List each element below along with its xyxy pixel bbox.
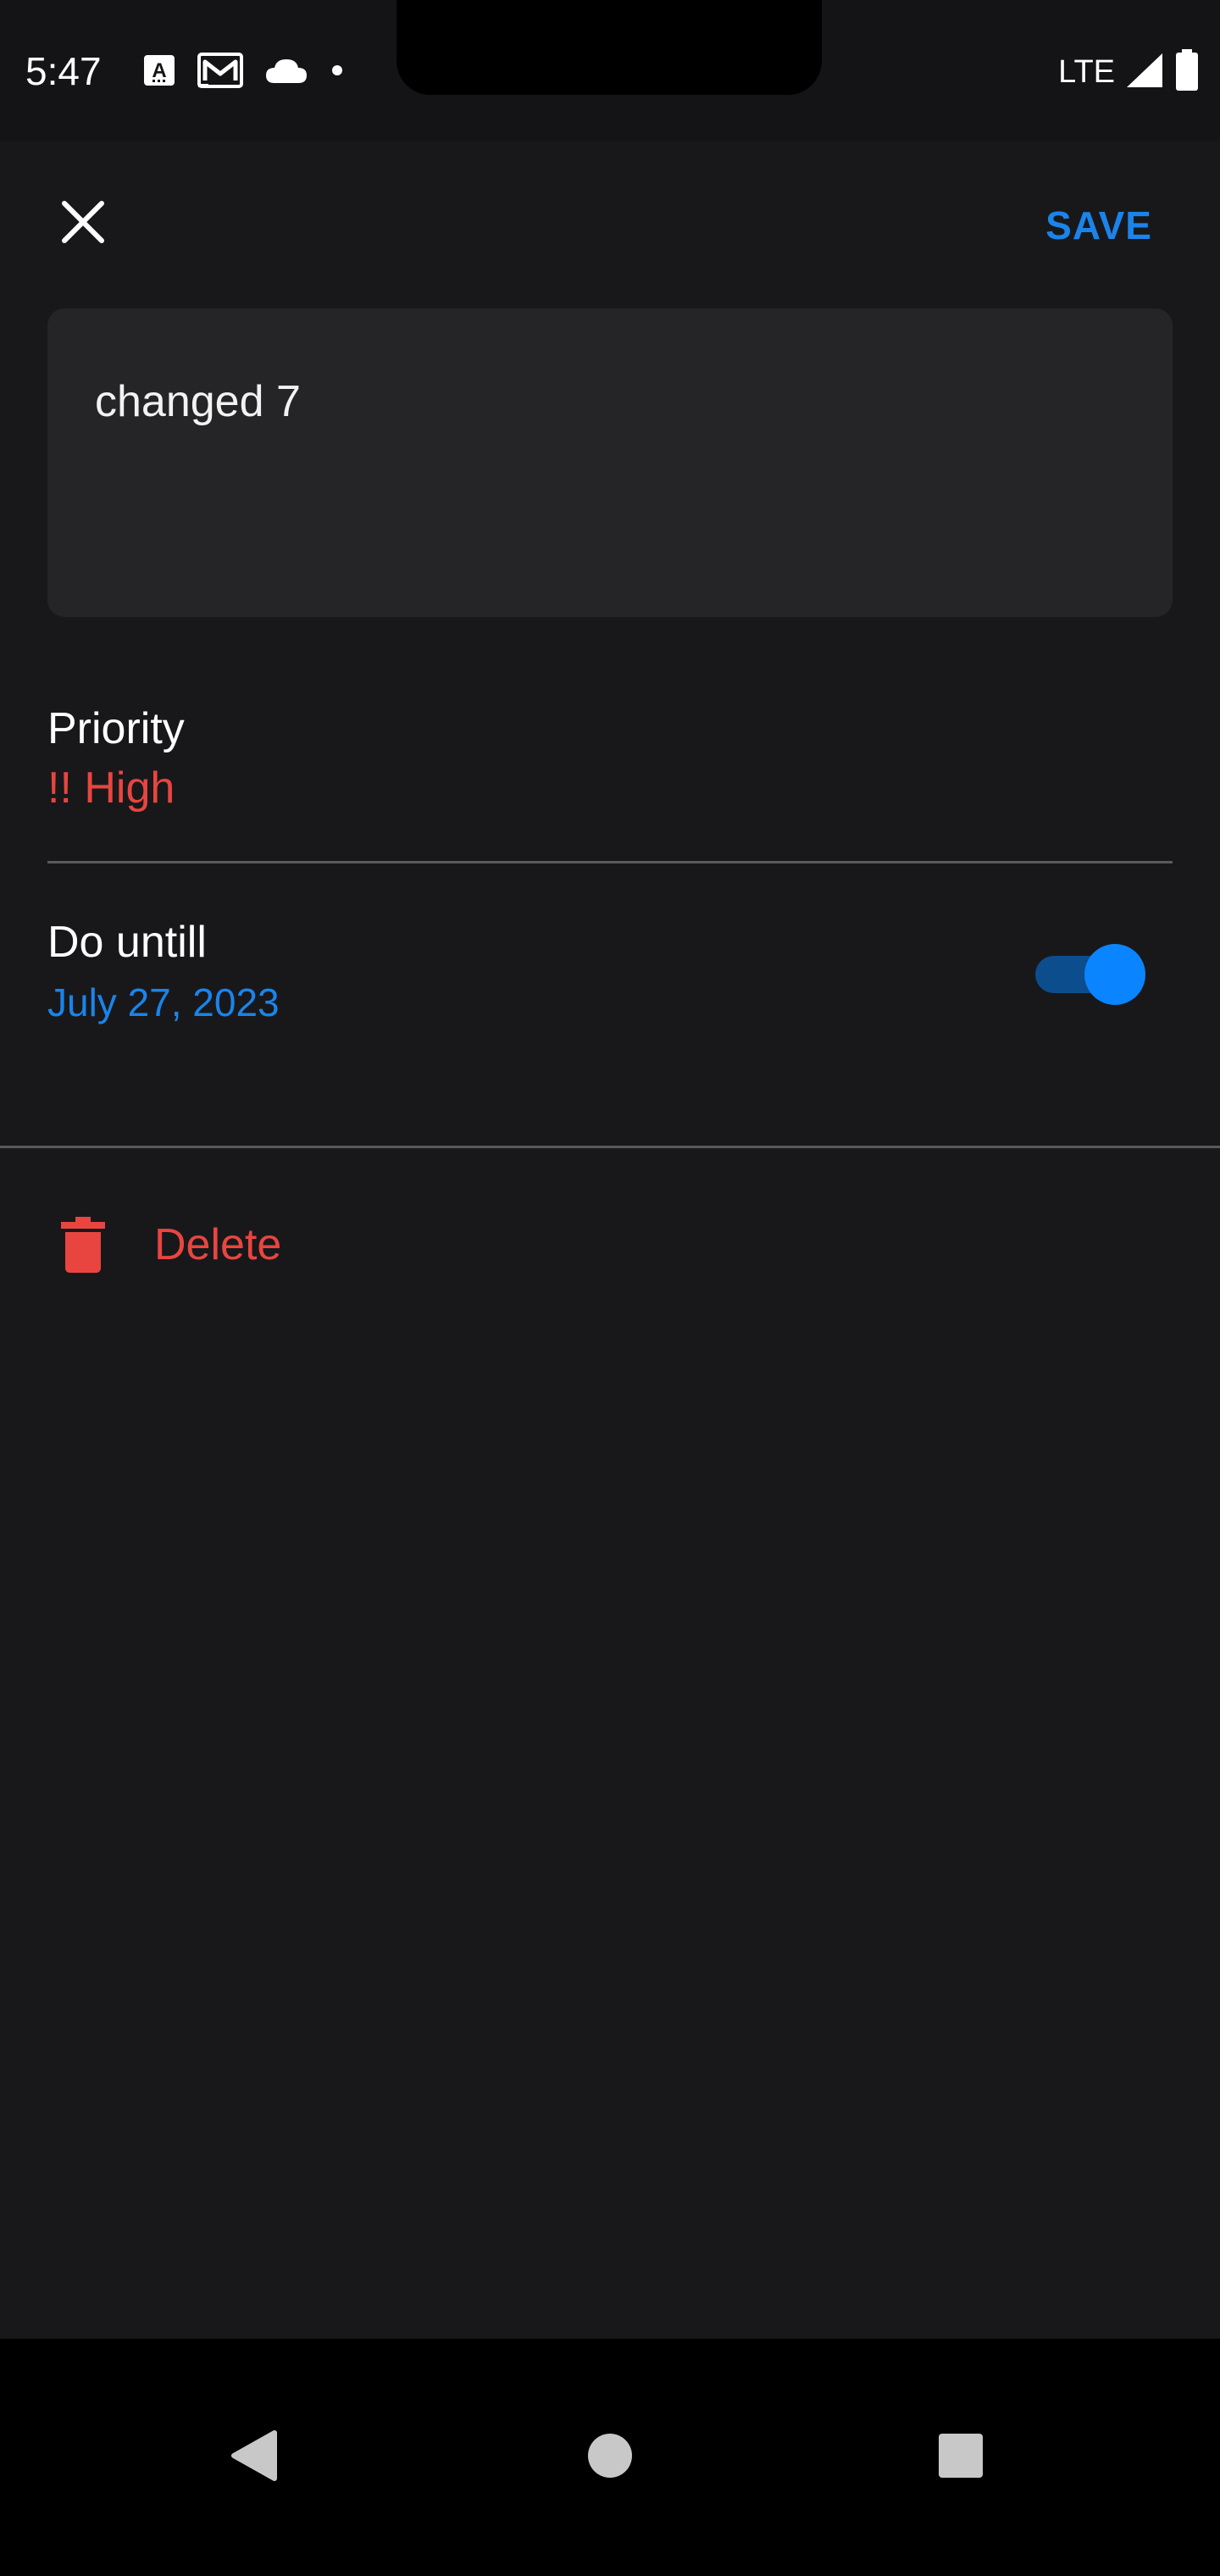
close-icon [59,198,107,250]
recents-icon [937,2432,984,2484]
battery-icon [1174,48,1200,96]
home-button[interactable] [559,2407,661,2508]
priority-label: Priority [47,704,185,753]
section-divider [0,1146,1220,1148]
delete-label: Delete [154,1220,282,1269]
back-icon [230,2429,278,2486]
due-date-toggle[interactable] [1035,941,1145,1005]
camera-notch [396,0,822,95]
due-date-value[interactable]: July 27, 2023 [47,978,280,1027]
gmail-icon [197,52,244,93]
notification-icons: A [142,51,346,93]
due-date-label: Do untill [47,918,207,967]
navigation-bar [0,2339,1220,2576]
edit-task-screen: 5:47 A LTE SAVE changed 7 Priority !! Hi… [0,0,1220,2576]
back-button[interactable] [203,2407,305,2508]
cloud-icon [264,56,308,89]
status-time: 5:47 [25,49,102,93]
system-status-icons: LTE [1058,48,1200,96]
task-text[interactable]: changed 7 [95,375,301,429]
svg-text:A: A [152,59,166,82]
dot-icon [329,62,346,83]
toggle-thumb [1084,944,1145,1005]
priority-value[interactable]: !! High [47,761,175,815]
delete-button[interactable]: Delete [51,1207,281,1283]
trash-icon [51,1213,115,1277]
status-bar: 5:47 A LTE [0,0,1220,141]
text-recognition-icon: A [142,53,176,92]
network-type: LTE [1058,54,1115,90]
save-button[interactable]: SAVE [1045,202,1152,249]
divider [47,861,1173,863]
close-button[interactable] [51,192,115,256]
task-text-field[interactable]: changed 7 [47,308,1173,617]
signal-icon [1125,52,1164,93]
recents-button[interactable] [910,2407,1012,2508]
home-icon [586,2432,634,2484]
